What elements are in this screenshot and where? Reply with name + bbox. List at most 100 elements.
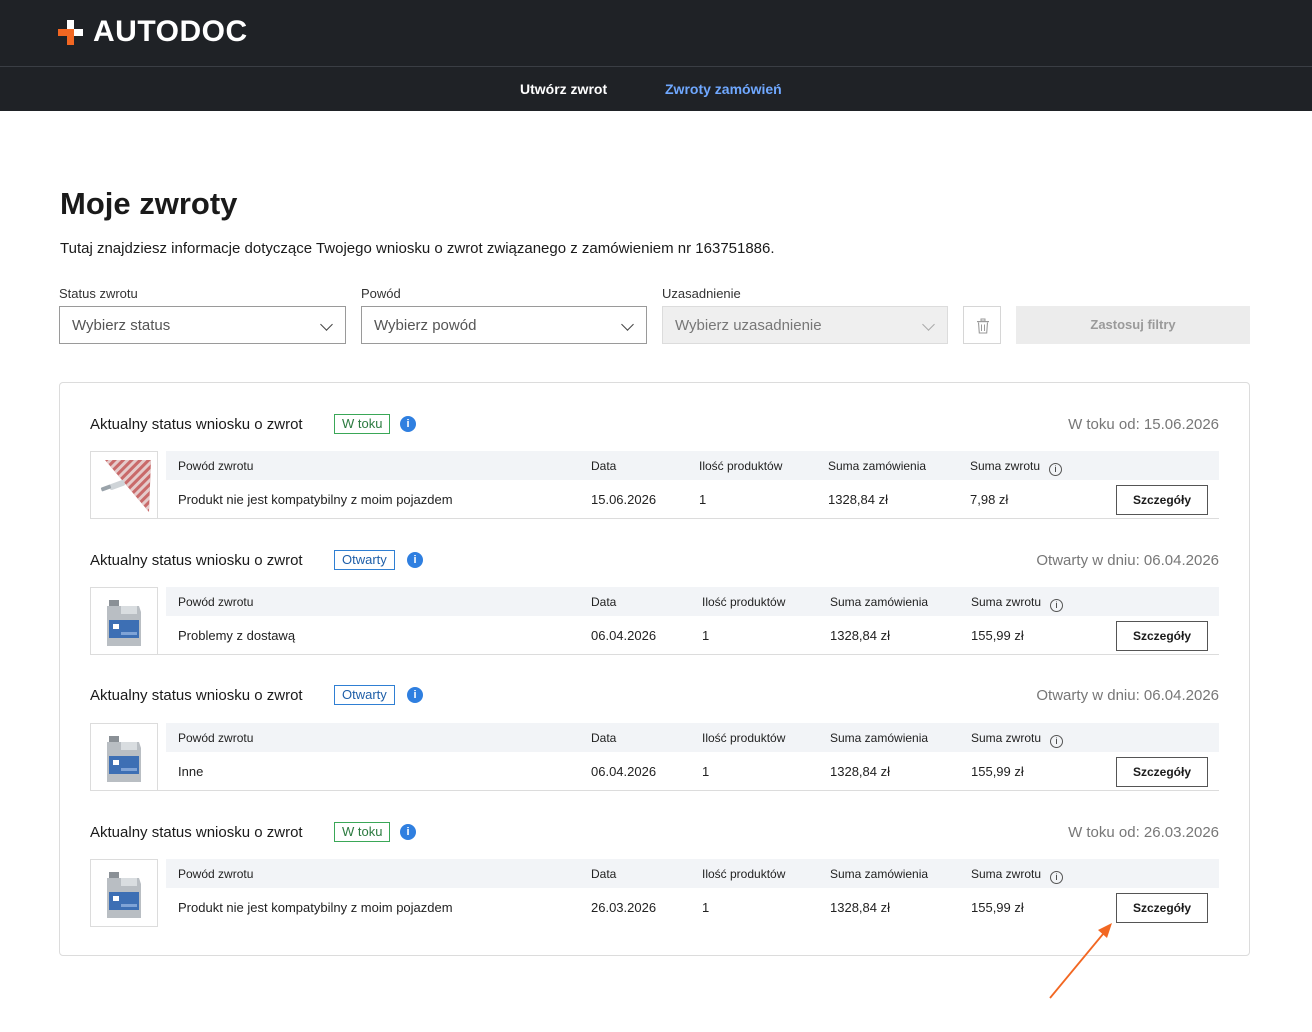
reason-filter-label: Powód [361, 286, 401, 301]
return-status-heading: Aktualny status wniosku o zwrot [90, 416, 303, 433]
order-sum: 1328,84 zł [830, 764, 890, 779]
chevron-down-icon [922, 318, 935, 331]
info-icon[interactable]: i [1050, 871, 1064, 884]
info-icon[interactable]: i [1049, 463, 1063, 476]
justification-filter-label: Uzasadnienie [662, 286, 741, 301]
chevron-down-icon [621, 318, 634, 331]
nav-create-return[interactable]: Utwórz zwrot [520, 81, 607, 97]
info-icon[interactable]: i [400, 824, 416, 840]
info-icon[interactable]: i [400, 416, 416, 432]
return-reason: Produkt nie jest kompatybilny z moim poj… [178, 492, 453, 507]
return-status-heading: Aktualny status wniosku o zwrot [90, 552, 303, 569]
refund-sum: 155,99 zł [971, 764, 1024, 779]
status-select[interactable]: Wybierz status [59, 306, 346, 344]
column-date: Data [591, 595, 617, 609]
page-description: Tutaj znajdziesz informacje dotyczące Tw… [60, 240, 775, 257]
details-button[interactable]: Szczegóły [1116, 621, 1208, 651]
wiper-blade-product-icon [100, 460, 151, 512]
return-item: Aktualny status wniosku o zwrot Otwarty … [90, 519, 1219, 655]
column-order-sum: Suma zamówienia [828, 459, 927, 473]
return-item: Aktualny status wniosku o zwrot Otwarty … [90, 655, 1219, 791]
column-reason: Powód zwrotu [178, 731, 254, 745]
details-button[interactable]: Szczegóły [1116, 757, 1208, 787]
return-reason: Problemy z dostawą [178, 628, 296, 643]
status-badge: W toku [334, 822, 391, 842]
justification-select-placeholder: Wybierz uzasadnienie [675, 317, 822, 334]
column-refund-sum: Suma zwrotu i [971, 731, 1064, 748]
autodoc-logo[interactable]: AUTODOC [58, 15, 248, 48]
refund-sum: 7,98 zł [970, 492, 1009, 507]
return-date: 06.04.2026 [591, 628, 657, 643]
return-item: Aktualny status wniosku o zwrot W toku i… [90, 791, 1219, 927]
product-thumbnail[interactable] [90, 451, 158, 519]
return-date: 26.03.2026 [591, 900, 657, 915]
product-thumbnail[interactable] [90, 859, 158, 927]
status-select-placeholder: Wybierz status [72, 317, 171, 334]
column-quantity: Ilość produktów [702, 731, 786, 745]
page-title: Moje zwroty [60, 186, 238, 221]
nav-order-returns[interactable]: Zwroty zamówień [665, 81, 782, 97]
return-status-heading: Aktualny status wniosku o zwrot [90, 687, 303, 704]
return-quantity: 1 [699, 492, 707, 507]
returns-list-card: Aktualny status wniosku o zwrot W toku i… [59, 382, 1250, 956]
column-refund-sum: Suma zwrotu i [971, 595, 1064, 612]
column-date: Data [591, 459, 617, 473]
return-quantity: 1 [702, 628, 710, 643]
product-thumbnail[interactable] [90, 587, 158, 655]
column-reason: Powód zwrotu [178, 867, 254, 881]
main-nav: Utwórz zwrot Zwroty zamówień [0, 66, 1312, 111]
return-status-heading: Aktualny status wniosku o zwrot [90, 824, 303, 841]
refund-sum: 155,99 zł [971, 900, 1024, 915]
status-badge: Otwarty [334, 550, 395, 570]
info-icon[interactable]: i [1050, 599, 1064, 612]
order-sum: 1328,84 zł [828, 492, 888, 507]
column-order-sum: Suma zamówienia [830, 595, 929, 609]
reason-select-placeholder: Wybierz powód [374, 317, 477, 334]
return-reason: Inne [178, 764, 204, 779]
status-date: Otwarty w dniu: 06.04.2026 [1036, 687, 1219, 704]
status-date: Otwarty w dniu: 06.04.2026 [1036, 552, 1219, 569]
column-reason: Powód zwrotu [178, 459, 254, 473]
column-date: Data [591, 867, 617, 881]
column-refund-sum: Suma zwrotu i [970, 459, 1063, 476]
oil-canister-product-icon [107, 872, 141, 918]
column-date: Data [591, 731, 617, 745]
refund-sum: 155,99 zł [971, 628, 1024, 643]
status-date: W toku od: 15.06.2026 [1068, 416, 1219, 433]
status-filter-label: Status zwrotu [59, 286, 138, 301]
order-sum: 1328,84 zł [830, 628, 890, 643]
details-button[interactable]: Szczegóły [1116, 485, 1208, 515]
column-order-sum: Suma zamówienia [830, 867, 929, 881]
justification-select[interactable]: Wybierz uzasadnienie [662, 306, 948, 344]
oil-canister-product-icon [107, 600, 141, 646]
column-refund-sum: Suma zwrotu i [971, 867, 1064, 884]
status-badge: W toku [334, 414, 391, 434]
return-item: Aktualny status wniosku o zwrot W toku i… [90, 383, 1219, 519]
column-reason: Powód zwrotu [178, 595, 254, 609]
clear-filters-button[interactable] [963, 306, 1001, 344]
return-date: 15.06.2026 [591, 492, 657, 507]
return-reason: Produkt nie jest kompatybilny z moim poj… [178, 900, 453, 915]
apply-filters-button[interactable]: Zastosuj filtry [1016, 306, 1250, 344]
status-badge: Otwarty [334, 685, 395, 705]
product-thumbnail[interactable] [90, 723, 158, 791]
oil-canister-product-icon [107, 736, 141, 782]
return-date: 06.04.2026 [591, 764, 657, 779]
info-icon[interactable]: i [407, 687, 423, 703]
return-quantity: 1 [702, 900, 710, 915]
status-date: W toku od: 26.03.2026 [1068, 824, 1219, 841]
column-order-sum: Suma zamówienia [830, 731, 929, 745]
reason-select[interactable]: Wybierz powód [361, 306, 647, 344]
logo-plus-icon [58, 19, 83, 45]
column-quantity: Ilość produktów [702, 595, 786, 609]
annotation-arrow-icon [1049, 923, 1112, 999]
top-bar: AUTODOC [0, 0, 1312, 66]
logo-text: AUTODOC [93, 15, 248, 48]
chevron-down-icon [320, 318, 333, 331]
return-quantity: 1 [702, 764, 710, 779]
column-quantity: Ilość produktów [699, 459, 783, 473]
info-icon[interactable]: i [407, 552, 423, 568]
info-icon[interactable]: i [1050, 735, 1064, 748]
trash-icon [977, 318, 989, 334]
order-sum: 1328,84 zł [830, 900, 890, 915]
